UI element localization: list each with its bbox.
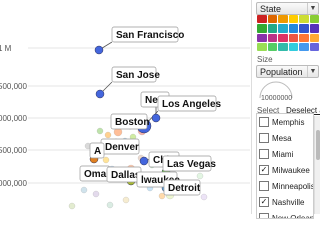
checkbox-label: Milwaukee (272, 165, 310, 175)
palette-swatch[interactable] (278, 42, 288, 51)
y-tick-label: 000,000 (0, 179, 27, 188)
y-tick-label: 500,000 (0, 146, 27, 155)
city-bubble[interactable] (151, 113, 161, 123)
scrollbar-thumb[interactable] (316, 130, 320, 160)
city-label-text: Los Angeles (162, 99, 222, 110)
checkbox-label: Nashville (272, 197, 305, 207)
color-palette[interactable] (257, 15, 319, 51)
city-label[interactable]: Los Angeles (157, 95, 222, 112)
palette-swatch[interactable] (309, 33, 319, 42)
palette-swatch[interactable] (278, 15, 288, 24)
palette-swatch[interactable] (299, 15, 309, 24)
palette-swatch[interactable] (299, 24, 309, 33)
checkbox-label: Mesa (272, 133, 292, 143)
city-bubble[interactable] (102, 156, 110, 164)
city-label[interactable]: A (89, 142, 105, 159)
palette-swatch[interactable] (257, 15, 267, 24)
list-scrollbar[interactable] (314, 116, 320, 214)
city-label-text: Boston (115, 117, 149, 128)
palette-swatch[interactable] (299, 33, 309, 42)
checkbox-icon[interactable] (259, 117, 269, 127)
city-label[interactable]: Las Vegas (162, 155, 216, 172)
y-tick-label: 1 M (0, 44, 12, 53)
checkbox-label: Minneapolis (272, 181, 314, 191)
city-checkbox-item[interactable]: Minneapolis (257, 178, 313, 194)
palette-swatch[interactable] (288, 24, 298, 33)
checkbox-icon[interactable] (259, 213, 269, 218)
city-checkbox-item[interactable]: ✓ Nashville (257, 194, 313, 210)
palette-swatch[interactable] (267, 33, 277, 42)
size-dropdown-value: Population (260, 67, 303, 77)
checkbox-icon[interactable] (259, 181, 269, 191)
palette-swatch[interactable] (309, 24, 319, 33)
chevron-down-icon: ▼ (307, 66, 318, 77)
color-dropdown[interactable]: State ▼ (256, 2, 319, 15)
palette-swatch[interactable] (257, 24, 267, 33)
city-label-text: San Jose (116, 70, 160, 81)
checkbox-icon[interactable] (259, 133, 269, 143)
palette-swatch[interactable] (267, 24, 277, 33)
city-label[interactable]: Dallas (106, 166, 142, 183)
city-bubble[interactable] (104, 131, 112, 139)
city-bubble[interactable] (106, 201, 114, 209)
city-label-text: San Francisco (116, 30, 184, 41)
city-bubble[interactable] (96, 127, 104, 135)
city-bubble[interactable] (122, 196, 130, 204)
palette-swatch[interactable] (299, 42, 309, 51)
city-label-text: Detroit (168, 183, 201, 194)
city-select-list[interactable]: Memphis Mesa Miami ✓ Milwaukee Minneapolis ✓ Na… (256, 113, 314, 219)
bubble-chart: 1 M 500,000 000,000 500,000 000,000 San Fran… (0, 26, 250, 210)
city-label[interactable]: Detroit (163, 179, 201, 196)
checkbox-label: New Orleans (272, 213, 314, 219)
city-checkbox-item[interactable]: ✓ Milwaukee (257, 162, 313, 178)
checkbox-checked-icon[interactable]: ✓ (259, 197, 269, 207)
palette-swatch[interactable] (257, 33, 267, 42)
y-tick-label: 000,000 (0, 114, 27, 123)
palette-swatch[interactable] (309, 15, 319, 24)
city-bubble[interactable] (196, 172, 204, 180)
city-label[interactable]: Denver (100, 138, 140, 155)
checkbox-checked-icon[interactable]: ✓ (259, 165, 269, 175)
checkbox-label: Memphis (272, 117, 305, 127)
city-checkbox-item[interactable]: Memphis (257, 114, 313, 130)
palette-swatch[interactable] (267, 15, 277, 24)
city-label[interactable]: Boston (110, 113, 149, 130)
city-bubble[interactable] (80, 186, 88, 194)
city-checkbox-item[interactable]: New Orleans (257, 210, 314, 219)
city-label[interactable]: San Jose (111, 66, 160, 83)
palette-swatch[interactable] (288, 15, 298, 24)
size-label: Size (257, 55, 273, 64)
checkbox-icon[interactable] (259, 149, 269, 159)
city-label-text: Dallas (111, 170, 141, 181)
city-bubble[interactable] (68, 202, 76, 210)
color-dropdown-value: State (260, 4, 282, 14)
size-dropdown[interactable]: Population ▼ (256, 65, 319, 78)
city-bubble[interactable] (139, 156, 149, 166)
palette-swatch[interactable] (257, 42, 267, 51)
city-label-text: Denver (105, 142, 139, 153)
palette-swatch[interactable] (267, 42, 277, 51)
size-legend-value: 10000000 (261, 95, 293, 102)
palette-swatch[interactable] (278, 33, 288, 42)
palette-swatch[interactable] (288, 42, 298, 51)
palette-swatch[interactable] (288, 33, 298, 42)
palette-swatch[interactable] (278, 24, 288, 33)
city-checkbox-item[interactable]: Mesa (257, 130, 313, 146)
chevron-down-icon: ▼ (307, 3, 318, 14)
checkbox-label: Miami (272, 149, 294, 159)
city-label[interactable]: San Francisco (111, 26, 184, 43)
city-label-text: Las Vegas (167, 159, 216, 170)
city-bubble[interactable] (92, 190, 100, 198)
city-checkbox-item[interactable]: Miami (257, 146, 313, 162)
city-bubble[interactable] (94, 45, 104, 55)
city-bubble[interactable] (200, 193, 208, 201)
palette-swatch[interactable] (309, 42, 319, 51)
city-label-text: A (94, 146, 101, 157)
y-tick-label: 500,000 (0, 82, 27, 91)
city-bubble[interactable] (95, 89, 105, 99)
settings-panel: State ▼ Size Population ▼ 10000000 Selec… (251, 0, 320, 219)
